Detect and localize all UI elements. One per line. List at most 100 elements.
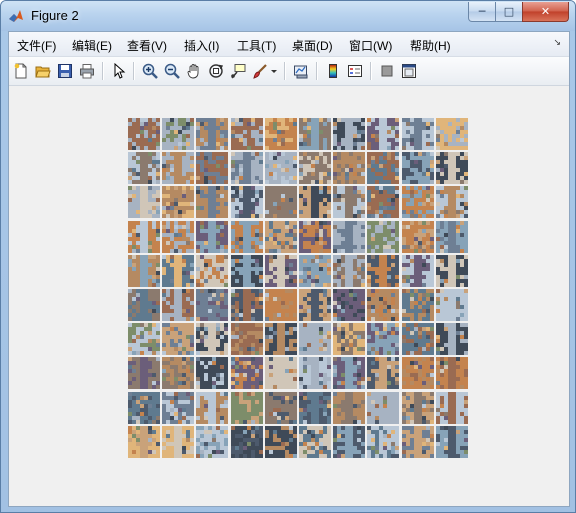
matlab-icon — [9, 10, 23, 22]
data-cursor-button[interactable] — [228, 61, 248, 81]
image-patch — [435, 391, 468, 424]
image-patch — [128, 220, 160, 253]
image-patch — [162, 152, 195, 185]
image-patch — [401, 220, 434, 253]
minimize-icon: ─ — [478, 5, 486, 18]
image-patch — [299, 425, 331, 458]
figure-canvas[interactable] — [9, 86, 569, 506]
maximize-icon: □ — [503, 5, 515, 18]
legend-button[interactable] — [345, 61, 365, 81]
image-patch — [367, 152, 400, 185]
image-patch — [333, 391, 366, 424]
menu-view[interactable]: 查看(V) — [127, 37, 167, 54]
image-patch — [333, 425, 366, 458]
hide-plot-tools-icon — [381, 65, 393, 77]
image-patch — [435, 425, 468, 458]
image-patch — [299, 152, 331, 185]
image-patch — [128, 118, 160, 150]
image-patch — [128, 323, 160, 356]
image-patch — [264, 391, 297, 424]
menu-dock-arrow-icon[interactable]: ↘ — [553, 37, 561, 48]
image-patch — [264, 254, 297, 287]
image-patch — [333, 186, 366, 219]
new-figure-button[interactable] — [11, 61, 31, 81]
save-button[interactable] — [55, 61, 75, 81]
image-patch — [230, 152, 263, 185]
image-patch — [333, 323, 366, 356]
link-plot-button[interactable] — [291, 61, 311, 81]
menu-window[interactable]: 窗口(W) — [349, 37, 392, 54]
image-patch — [401, 118, 434, 150]
image-patch — [401, 254, 434, 287]
image-patch — [162, 289, 195, 321]
image-patch — [401, 289, 434, 321]
image-patch — [333, 118, 366, 150]
menu-help[interactable]: 帮助(H) — [410, 37, 451, 54]
image-patch — [435, 220, 468, 253]
menu-edit[interactable]: 编辑(E) — [72, 37, 112, 54]
image-patch — [299, 391, 331, 424]
image-patch — [401, 391, 434, 424]
image-patch — [401, 152, 434, 185]
image-patch — [299, 323, 331, 356]
maximize-button[interactable]: □ — [495, 2, 523, 22]
zoom-out-button[interactable] — [162, 61, 182, 81]
image-patch — [264, 152, 297, 185]
show-plot-tools-icon — [402, 64, 416, 78]
pan-button[interactable] — [184, 61, 204, 81]
image-patch — [299, 186, 331, 219]
minimize-button[interactable]: ─ — [468, 2, 496, 22]
image-patch — [196, 118, 229, 150]
edit-plot-arrow-icon — [114, 63, 126, 79]
image-patch — [264, 220, 297, 253]
image-patch — [401, 425, 434, 458]
image-patch — [264, 323, 297, 356]
image-patch — [196, 289, 229, 321]
image-patch — [128, 357, 160, 390]
zoom-out-icon — [164, 63, 180, 79]
image-patch-grid — [128, 118, 470, 461]
image-patch — [196, 220, 229, 253]
image-patch — [162, 186, 195, 219]
image-patch — [333, 289, 366, 321]
menu-bar: 文件(F) 编辑(E) 查看(V) 插入(I) 工具(T) 桌面(D) 窗口(W… — [9, 32, 569, 57]
image-patch — [230, 118, 263, 150]
figure-window: Figure 2 ─ □ ✕ 文件(F) 编辑(E) 查看(V) 插入(I) 工… — [0, 0, 576, 513]
colorbar-icon — [329, 64, 337, 78]
close-icon: ✕ — [540, 5, 551, 18]
image-patch — [367, 323, 400, 356]
rotate-3d-button[interactable] — [206, 61, 226, 81]
image-patch — [264, 357, 297, 390]
image-patch — [435, 323, 468, 356]
show-plot-tools-button[interactable] — [399, 61, 419, 81]
image-patch — [128, 391, 160, 424]
image-patch — [264, 425, 297, 458]
image-patch — [196, 152, 229, 185]
print-button[interactable] — [77, 61, 97, 81]
image-patch — [128, 289, 160, 321]
brush-dropdown-button[interactable] — [269, 61, 279, 81]
image-patch — [162, 425, 195, 458]
menu-tools[interactable]: 工具(T) — [237, 37, 276, 54]
menu-desktop[interactable]: 桌面(D) — [292, 37, 333, 54]
open-file-button[interactable] — [33, 61, 53, 81]
hide-plot-tools-button[interactable] — [377, 61, 397, 81]
colorbar-button[interactable] — [323, 61, 343, 81]
image-patch — [196, 357, 229, 390]
image-patch — [230, 186, 263, 219]
close-button[interactable]: ✕ — [522, 2, 569, 22]
image-patch — [367, 391, 400, 424]
image-patch — [299, 220, 331, 253]
image-patch — [333, 357, 366, 390]
image-patch — [128, 254, 160, 287]
brush-button[interactable] — [250, 61, 270, 81]
image-patch — [128, 186, 160, 219]
edit-plot-button[interactable] — [109, 61, 129, 81]
title-bar[interactable]: Figure 2 ─ □ ✕ — [1, 1, 575, 31]
zoom-in-button[interactable] — [140, 61, 160, 81]
menu-insert[interactable]: 插入(I) — [184, 37, 219, 54]
menu-file[interactable]: 文件(F) — [17, 37, 56, 54]
image-patch — [435, 186, 468, 219]
image-patch — [367, 357, 400, 390]
image-patch — [162, 254, 195, 287]
